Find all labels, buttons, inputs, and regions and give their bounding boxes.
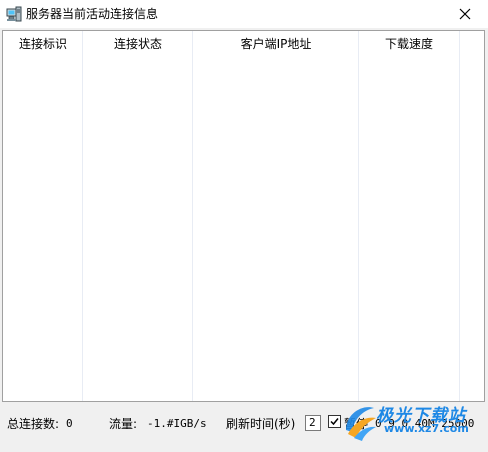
- status-bar: 总连接数: 0 流量: -1.#IGB/s 刷新时间(秒) 2 暂停 0 9 0…: [0, 406, 488, 440]
- traffic-value: -1.#IGB/s: [147, 417, 207, 430]
- traffic-label: 流量:: [109, 417, 138, 431]
- pause-label: 暂停: [344, 417, 369, 431]
- column-header-connection-id[interactable]: 连接标识: [3, 31, 83, 57]
- column-header-connection-status[interactable]: 连接状态: [83, 31, 193, 57]
- window-title: 服务器当前活动连接信息: [26, 7, 159, 21]
- column-header-download-speed[interactable]: 下载速度: [359, 31, 459, 57]
- close-button[interactable]: [442, 0, 488, 28]
- checkmark-icon: [330, 418, 339, 426]
- total-connections-value: 0: [66, 417, 73, 430]
- stats-values: 0 9 0 40M 25000: [375, 417, 475, 430]
- column-divider[interactable]: [358, 31, 359, 401]
- column-divider[interactable]: [82, 31, 83, 401]
- column-divider[interactable]: [459, 31, 460, 401]
- title-bar[interactable]: 服务器当前活动连接信息: [0, 0, 488, 28]
- close-icon: [459, 8, 471, 20]
- column-divider[interactable]: [192, 31, 193, 401]
- window: 服务器当前活动连接信息 连接标识 连接状态 客户端IP地址 下载速度 总连接数:…: [0, 0, 488, 452]
- connections-list[interactable]: 连接标识 连接状态 客户端IP地址 下载速度: [2, 30, 485, 402]
- pause-checkbox[interactable]: [328, 415, 341, 428]
- column-header-client-ip[interactable]: 客户端IP地址: [193, 31, 359, 57]
- refresh-interval-label: 刷新时间(秒): [226, 417, 296, 431]
- total-connections-label: 总连接数:: [7, 417, 60, 431]
- refresh-interval-input[interactable]: 2: [305, 415, 321, 431]
- list-header: 连接标识 连接状态 客户端IP地址 下载速度: [3, 31, 484, 57]
- server-app-icon: [6, 6, 22, 22]
